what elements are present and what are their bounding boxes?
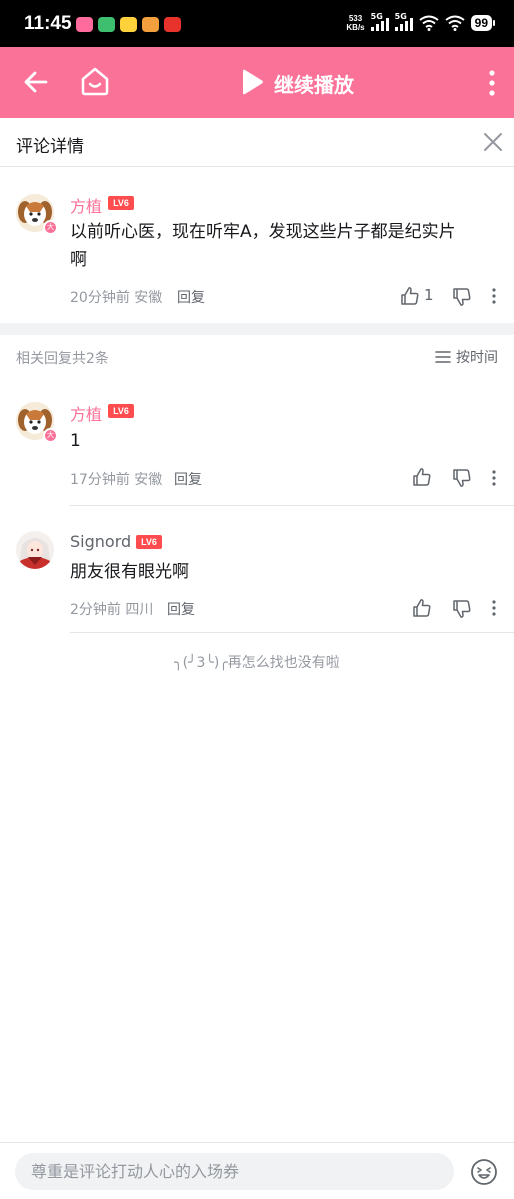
comment-time: 20分钟前 — [70, 290, 130, 306]
app-icon-yellow — [120, 17, 137, 32]
reply-meta: 17分钟前 安徽 — [70, 469, 162, 489]
reply-button[interactable]: 回复 — [174, 469, 202, 489]
reply-time: 17分钟前 — [70, 472, 130, 488]
weibo-app-icon — [142, 17, 159, 32]
end-of-list-note: ╮(╯3╰)╭再怎么找也没有啦 — [174, 655, 340, 671]
thumbs-down-icon[interactable] — [452, 468, 472, 488]
sort-button[interactable]: 按时间 — [435, 347, 498, 367]
play-icon[interactable] — [240, 69, 264, 95]
reply-location: 四川 — [125, 602, 154, 618]
reply-button[interactable]: 回复 — [177, 287, 205, 307]
signal-label: 5G — [370, 12, 383, 21]
verified-badge-icon: 大 — [43, 220, 58, 235]
close-icon[interactable] — [482, 131, 504, 153]
reply-count: 相关回复共2条 — [16, 351, 109, 367]
comment-username[interactable]: 方植 — [70, 193, 102, 217]
verified-badge-icon: 大 — [43, 428, 58, 443]
level-badge: LV6 — [136, 535, 162, 549]
app-icon-green — [98, 17, 115, 32]
thumbs-down-icon[interactable] — [452, 287, 472, 307]
signal-label: 5G — [394, 12, 407, 21]
reply-location: 安徽 — [134, 472, 163, 488]
thumbs-up-icon[interactable] — [400, 286, 420, 306]
continue-play-button[interactable]: 继续播放 — [274, 69, 354, 98]
wifi-icon — [419, 15, 439, 31]
back-arrow-icon[interactable] — [22, 68, 50, 96]
sort-list-icon — [435, 351, 451, 363]
comment-meta: 20分钟前 安徽 — [70, 287, 162, 307]
net-speed-unit: KB/s — [346, 23, 365, 32]
reply-divider — [70, 632, 514, 633]
battery-indicator: 99 — [470, 15, 496, 31]
more-vertical-icon[interactable] — [488, 69, 496, 97]
more-options-icon[interactable] — [492, 600, 496, 616]
reply-text: 1 — [70, 431, 81, 451]
avatar[interactable] — [16, 531, 54, 569]
net-speed-value: 533 — [348, 14, 363, 23]
avatar-image — [16, 531, 54, 569]
top-bar: 继续播放 — [0, 47, 514, 118]
wifi-icon — [445, 15, 465, 31]
page-title: 评论详情 — [16, 137, 84, 157]
thumbs-down-icon[interactable] — [452, 599, 472, 619]
reply-divider — [70, 505, 514, 506]
reply-time: 2分钟前 — [70, 602, 121, 618]
comment-input[interactable] — [15, 1153, 454, 1190]
level-badge: LV6 — [108, 404, 134, 418]
comment-input-bar — [0, 1142, 514, 1199]
signal-icon: 5G — [394, 12, 413, 31]
section-divider — [0, 323, 514, 335]
thumbs-up-icon[interactable] — [412, 467, 432, 487]
bilibili-app-icon — [76, 17, 93, 32]
signal-icon: 5G — [370, 12, 389, 31]
more-options-icon[interactable] — [492, 470, 496, 486]
reply-button[interactable]: 回复 — [167, 599, 195, 619]
level-badge: LV6 — [108, 196, 134, 210]
more-options-icon[interactable] — [492, 288, 496, 304]
reply-text: 朋友很有眼光啊 — [70, 562, 189, 582]
comment-detail-header: 评论详情 — [0, 118, 514, 167]
status-app-icons — [76, 17, 181, 32]
avatar[interactable]: 大 — [16, 402, 58, 443]
comment-text-line: 以前听心医，现在听牢A，发现这些片子都是纪实片 — [70, 222, 456, 242]
avatar[interactable]: 大 — [16, 194, 58, 235]
anime-avatar-icon — [16, 531, 54, 569]
comment-text-line: 啊 — [70, 250, 87, 270]
app-icon-red — [164, 17, 181, 32]
status-indicators: 533 KB/s 5G 5G 99 — [346, 12, 496, 32]
net-speed: 533 KB/s — [346, 14, 364, 32]
home-icon[interactable] — [80, 66, 110, 96]
reply-username[interactable]: 方植 — [70, 401, 102, 425]
like-count: 1 — [424, 286, 434, 304]
comment-location: 安徽 — [134, 290, 163, 306]
status-time: 11:45 — [24, 13, 72, 34]
sort-label: 按时间 — [456, 350, 498, 366]
reply-username[interactable]: Signord — [70, 532, 131, 551]
thumbs-up-icon[interactable] — [412, 598, 432, 618]
status-bar: 11:45 533 KB/s 5G 5G 99 — [0, 0, 514, 47]
reply-meta: 2分钟前 四川 — [70, 599, 153, 619]
emoji-icon[interactable] — [470, 1158, 498, 1186]
